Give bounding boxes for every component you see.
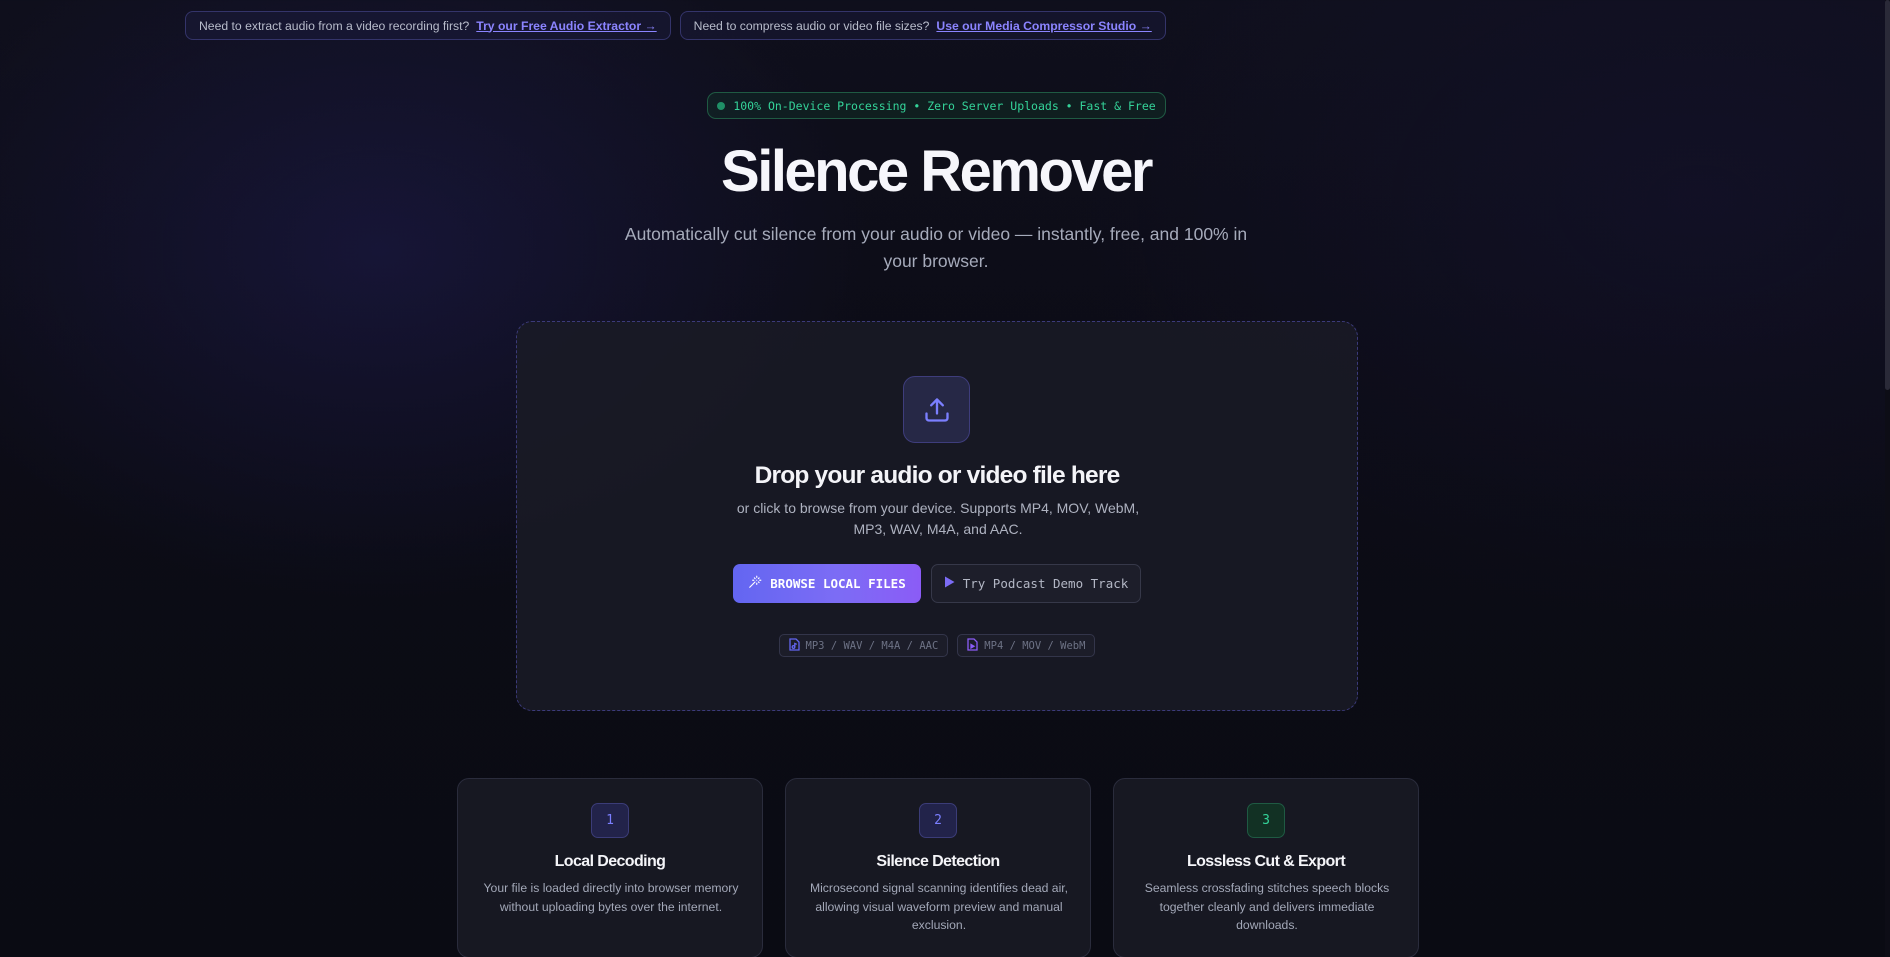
play-icon	[944, 576, 955, 591]
page-title: Silence Remover	[721, 139, 1153, 204]
audio-file-icon	[788, 637, 800, 654]
supported-formats: MP3 / WAV / M4A / AAC MP4 / MOV / WebM	[517, 634, 1357, 657]
status-dot-icon	[717, 101, 726, 110]
step-description: Microsecond signal scanning identifies d…	[809, 881, 1069, 932]
dropzone-title: Drop your audio or video file here	[754, 462, 1121, 489]
media-compressor-link[interactable]: Use our Media Compressor Studio →	[936, 19, 1151, 33]
audio-extractor-banner-text: Need to extract audio from a video recor…	[199, 18, 470, 33]
step-number-badge: 3	[1247, 803, 1285, 838]
step-description: Seamless crossfading stitches speech blo…	[1144, 881, 1390, 932]
audio-formats-tag: MP3 / WAV / M4A / AAC	[778, 634, 949, 657]
media-compressor-banner: Need to compress audio or video file siz…	[679, 11, 1166, 40]
process-steps: 1 Local Decoding Your file is loaded dir…	[457, 778, 1419, 957]
step-title: Silence Detection	[876, 853, 1000, 870]
step-title: Local Decoding	[554, 853, 666, 870]
privacy-badge: 100% On-Device Processing • Zero Server …	[707, 92, 1166, 119]
scrollbar-thumb[interactable]	[1885, 0, 1890, 390]
top-banners: Need to extract audio from a video recor…	[185, 11, 1166, 40]
browse-files-label: BROWSE LOCAL FILES	[770, 576, 906, 591]
page-subtitle: Automatically cut silence from your audi…	[624, 224, 1248, 271]
page-scrollbar[interactable]	[1885, 0, 1890, 957]
step-description: Your file is loaded directly into browse…	[483, 881, 739, 914]
step-card-lossless-export: 3 Lossless Cut & Export Seamless crossfa…	[1113, 778, 1419, 957]
podcast-demo-button[interactable]: Try Podcast Demo Track	[931, 564, 1141, 603]
audio-extractor-link[interactable]: Try our Free Audio Extractor →	[476, 19, 656, 33]
step-card-local-decoding: 1 Local Decoding Your file is loaded dir…	[457, 778, 763, 957]
podcast-demo-label: Try Podcast Demo Track	[962, 576, 1129, 591]
video-formats-tag: MP4 / MOV / WebM	[957, 634, 1096, 657]
dropzone-description: or click to browse from your device. Sup…	[736, 500, 1140, 537]
step-number-badge: 1	[591, 803, 629, 838]
step-title: Lossless Cut & Export	[1186, 853, 1346, 870]
video-formats-label: MP4 / MOV / WebM	[984, 639, 1086, 652]
browse-files-button[interactable]: BROWSE LOCAL FILES	[733, 564, 921, 603]
privacy-badge-text: 100% On-Device Processing • Zero Server …	[733, 98, 1156, 113]
audio-extractor-banner: Need to extract audio from a video recor…	[185, 11, 671, 40]
sparkles-icon	[748, 575, 762, 592]
step-number-badge: 2	[919, 803, 957, 838]
media-compressor-banner-text: Need to compress audio or video file siz…	[693, 18, 930, 33]
upload-icon	[903, 376, 970, 443]
file-dropzone[interactable]: Drop your audio or video file here or cl…	[516, 321, 1358, 711]
video-file-icon	[967, 637, 978, 654]
step-card-silence-detection: 2 Silence Detection Microsecond signal s…	[785, 778, 1091, 957]
audio-formats-label: MP3 / WAV / M4A / AAC	[805, 639, 939, 652]
